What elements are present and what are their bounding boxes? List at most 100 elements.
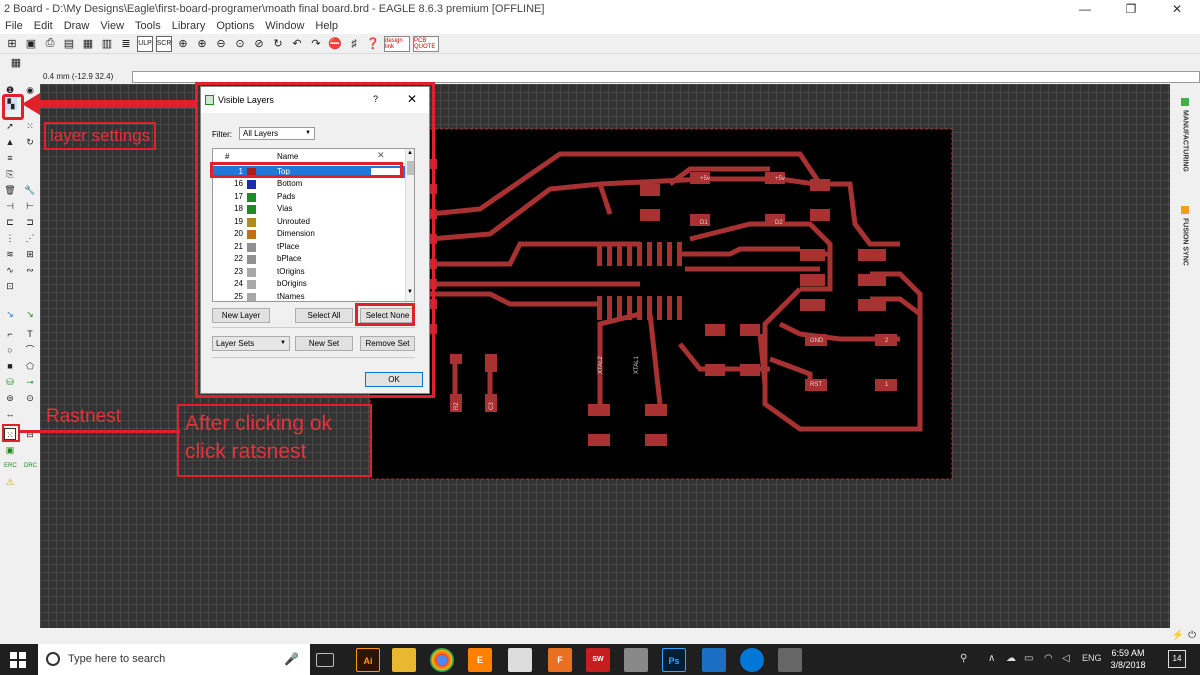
windows-start-icon[interactable] (10, 652, 26, 668)
dimension-icon[interactable]: ↔ (4, 408, 16, 420)
menu-library[interactable]: Library (167, 20, 212, 32)
file-explorer-icon[interactable] (392, 648, 416, 672)
volume-icon[interactable]: ◁ (1062, 653, 1070, 664)
move-icon[interactable]: ➚ (4, 120, 16, 132)
layer-row[interactable]: 16 Bottom (213, 178, 405, 190)
illustrator-icon[interactable]: Ai (356, 648, 380, 672)
rect-icon[interactable]: ■ (4, 360, 16, 372)
photoshop-icon[interactable]: Ps (662, 648, 686, 672)
pcb-quote-button[interactable]: PCB QUOTE (413, 35, 439, 52)
zoom-out-icon[interactable]: ⊖ (213, 36, 229, 52)
ripup-icon[interactable]: ⊡ (4, 280, 16, 292)
layer-row[interactable]: 24 bOrigins (213, 278, 405, 290)
text-icon[interactable]: T (24, 328, 36, 340)
miter-icon[interactable]: ⋰ (24, 232, 36, 244)
onedrive-icon[interactable]: ☁ (1006, 653, 1016, 664)
microphone-icon[interactable]: 🎤 (284, 652, 299, 666)
layer-settings-icon[interactable]: ▚ (5, 98, 17, 110)
layer-stack-icon[interactable]: ⛁ (4, 376, 16, 388)
rotate-icon[interactable]: ↻ (24, 136, 36, 148)
photos-icon[interactable] (778, 648, 802, 672)
undo-icon[interactable]: ↶ (289, 36, 305, 52)
layer-row[interactable]: 17 Pads (213, 191, 405, 203)
copy-icon[interactable]: ▲ (4, 136, 16, 148)
menu-help[interactable]: Help (310, 20, 344, 32)
cam-icon[interactable]: ▤ (61, 36, 77, 52)
app-generic-icon[interactable] (624, 648, 648, 672)
go-icon[interactable]: ♯ (346, 36, 362, 52)
close-window-button[interactable]: ✕ (1154, 2, 1200, 16)
zoom-in-icon[interactable]: ⊕ (194, 36, 210, 52)
menu-file[interactable]: File (0, 20, 29, 32)
script-icon[interactable]: ≣ (118, 36, 134, 52)
save-icon[interactable]: ▣ (23, 36, 39, 52)
signal-icon[interactable]: ∿ (4, 264, 16, 276)
layer-row[interactable]: 1 Top (213, 166, 405, 178)
layer-edit-field[interactable] (371, 168, 401, 176)
eagle-icon[interactable]: E (468, 648, 492, 672)
scroll-up-icon[interactable]: ▲ (407, 150, 413, 156)
circle-icon[interactable]: ○ (4, 344, 16, 356)
scroll-thumb[interactable] (407, 161, 414, 175)
tray-chevron-icon[interactable]: ∧ (988, 653, 995, 664)
design-link-button[interactable]: design link (384, 35, 410, 52)
status-stop-icon[interactable]: ⏻ (1188, 630, 1196, 641)
edge-icon[interactable] (740, 648, 764, 672)
redraw-icon[interactable]: ↻ (270, 36, 286, 52)
dialog-close-button[interactable]: ✕ (407, 92, 417, 106)
ok-button[interactable]: OK (365, 372, 423, 387)
board-icon[interactable]: ▦ (80, 36, 96, 52)
command-input[interactable] (132, 71, 1200, 83)
stop-icon[interactable]: ⛔ (327, 36, 343, 52)
layer-list-scrollbar[interactable]: ▲ ▼ (405, 149, 414, 301)
print-icon[interactable]: ⎙ (42, 36, 58, 52)
use-icon[interactable]: ▥ (99, 36, 115, 52)
layer-row[interactable]: 20 Dimension (213, 228, 405, 240)
app-blue-icon[interactable] (702, 648, 726, 672)
redo-icon[interactable]: ↷ (308, 36, 324, 52)
group-icon[interactable]: ⁙ (24, 120, 36, 132)
ratsnest-icon[interactable]: ⁙ (4, 428, 16, 440)
help-icon[interactable]: ❓ (365, 36, 381, 52)
zoom-fit-icon[interactable]: ⊕ (175, 36, 191, 52)
filter-select[interactable]: All Layers ▼ (239, 127, 315, 140)
layer-row[interactable]: 18 Vias (213, 203, 405, 215)
people-icon[interactable]: ⚲ (960, 653, 967, 664)
select-all-button[interactable]: Select All (295, 308, 353, 323)
solidworks-icon[interactable]: SW (586, 648, 610, 672)
layer-row[interactable]: 19 Unrouted (213, 216, 405, 228)
task-view-icon[interactable] (316, 653, 334, 667)
pad-icon[interactable]: ⊙ (24, 392, 36, 404)
route-manual-icon[interactable]: ↘ (4, 308, 16, 320)
zoom-select-icon[interactable]: ⊙ (232, 36, 248, 52)
polygon-icon[interactable]: ⬠ (24, 360, 36, 372)
erc-icon[interactable]: ERC (4, 460, 17, 472)
inkscape-icon[interactable] (508, 648, 532, 672)
mirror-icon[interactable]: ≡ (4, 152, 16, 164)
delete-icon[interactable]: 🗑 (4, 184, 16, 196)
name-icon[interactable]: ⊣ (4, 200, 16, 212)
app-f-icon[interactable]: F (548, 648, 572, 672)
new-set-button[interactable]: New Set (295, 336, 353, 351)
new-layer-button[interactable]: New Layer (212, 308, 270, 323)
via-icon[interactable]: ⊸ (24, 376, 36, 388)
menu-edit[interactable]: Edit (29, 20, 59, 32)
drc-check-icon[interactable]: DRC (24, 460, 37, 472)
clock[interactable]: 6:59 AM 3/8/2018 (1106, 647, 1150, 671)
paste-icon[interactable]: ⎘ (4, 168, 16, 180)
optimize-icon[interactable]: ⋮ (4, 232, 16, 244)
route-icon[interactable]: ∾ (24, 264, 36, 276)
ulp-icon[interactable]: ULP (137, 35, 153, 52)
column-name[interactable]: Name (277, 152, 298, 161)
drc-green-icon[interactable]: ▣ (4, 444, 16, 456)
layer-row[interactable]: 23 tOrigins (213, 266, 405, 278)
layer-row[interactable]: 22 bPlace (213, 253, 405, 265)
scroll-down-icon[interactable]: ▼ (407, 289, 413, 295)
layer-row[interactable]: 25 tNames (213, 291, 405, 301)
value-icon[interactable]: ⊢ (24, 200, 36, 212)
dialog-help-button[interactable]: ? (373, 94, 378, 104)
layer-row[interactable]: 21 tPlace (213, 241, 405, 253)
minimize-button[interactable]: — (1062, 2, 1108, 16)
select-none-button[interactable]: Select None (360, 308, 415, 323)
battery-icon[interactable]: ▭ (1024, 653, 1033, 664)
